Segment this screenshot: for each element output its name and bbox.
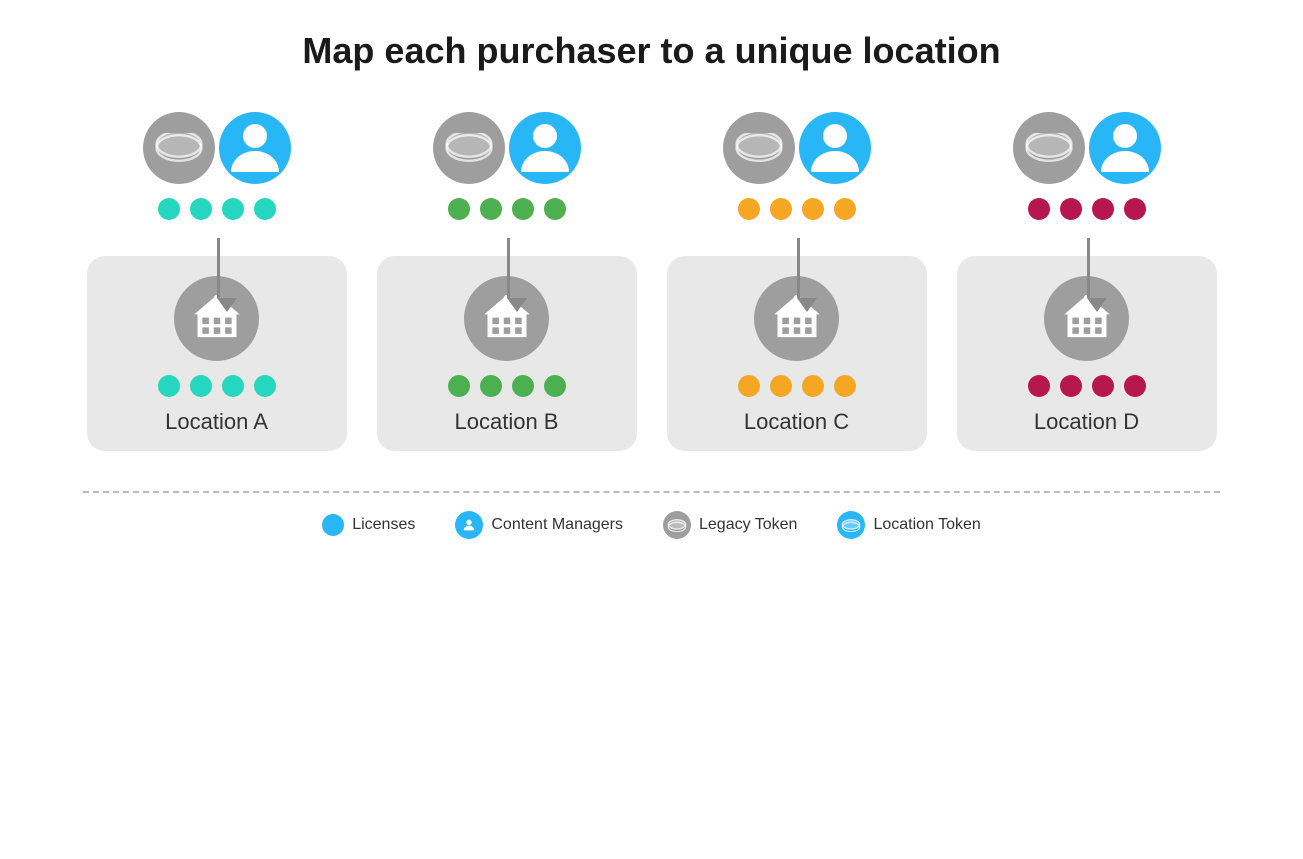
dot-a-4 (254, 198, 276, 220)
dots-row-b (448, 198, 566, 220)
dot-d-3 (1092, 198, 1114, 220)
legend-loct-svg (841, 518, 861, 532)
token-icon-b (433, 112, 505, 184)
person-icon-b (509, 112, 581, 184)
location-label-a: Location A (165, 409, 268, 435)
page-title: Map each purchaser to a unique location (302, 30, 1000, 72)
column-a: Location A (82, 112, 352, 451)
loc-dot-d-3 (1092, 375, 1114, 397)
dot-b-2 (480, 198, 502, 220)
loc-dot-a-1 (158, 375, 180, 397)
loc-dot-c-3 (802, 375, 824, 397)
dot-c-4 (834, 198, 856, 220)
loc-dot-a-4 (254, 375, 276, 397)
loc-dot-d-2 (1060, 375, 1082, 397)
column-d: Location D (952, 112, 1222, 451)
loc-dot-c-2 (770, 375, 792, 397)
person-svg-a (219, 112, 291, 184)
dot-b-3 (512, 198, 534, 220)
dot-a-2 (190, 198, 212, 220)
person-icon-d (1089, 112, 1161, 184)
loc-dot-d-1 (1028, 375, 1050, 397)
loc-dot-b-3 (512, 375, 534, 397)
dot-c-1 (738, 198, 760, 220)
coin-svg-b (445, 133, 493, 163)
location-label-d: Location D (1034, 409, 1139, 435)
legend-loct-icon (837, 511, 865, 539)
column-c: Location C (662, 112, 932, 451)
legend-licenses-label: Licenses (352, 516, 415, 534)
location-dots-c (738, 375, 856, 397)
location-label-b: Location B (455, 409, 559, 435)
location-label-c: Location C (744, 409, 849, 435)
legend-location-token: Location Token (837, 511, 980, 539)
purchaser-icons-d (1013, 112, 1161, 184)
person-svg-c (799, 112, 871, 184)
token-icon-a (143, 112, 215, 184)
location-dots-b (448, 375, 566, 397)
loc-dot-d-4 (1124, 375, 1146, 397)
person-svg-b (509, 112, 581, 184)
dots-row-d (1028, 198, 1146, 220)
dots-row-c (738, 198, 856, 220)
loc-dot-b-4 (544, 375, 566, 397)
legend: Licenses Content Managers Legacy Token L… (322, 511, 981, 539)
dot-b-4 (544, 198, 566, 220)
legend-legacy-token: Legacy Token (663, 511, 797, 539)
column-b: Location B (372, 112, 642, 451)
purchaser-icons-c (723, 112, 871, 184)
dot-d-2 (1060, 198, 1082, 220)
person-svg-d (1089, 112, 1161, 184)
dot-a-1 (158, 198, 180, 220)
legend-lt-svg (667, 518, 687, 532)
person-icon-a (219, 112, 291, 184)
loc-dot-c-1 (738, 375, 760, 397)
divider (83, 491, 1220, 493)
dot-c-3 (802, 198, 824, 220)
dot-d-1 (1028, 198, 1050, 220)
coin-svg-a (155, 133, 203, 163)
legend-loct-label: Location Token (873, 516, 980, 534)
legend-cm-svg (461, 517, 477, 533)
dot-b-1 (448, 198, 470, 220)
person-icon-c (799, 112, 871, 184)
dot-d-4 (1124, 198, 1146, 220)
dot-a-3 (222, 198, 244, 220)
token-icon-d (1013, 112, 1085, 184)
coin-svg-c (735, 133, 783, 163)
legend-cm-icon (455, 511, 483, 539)
legend-content-managers: Content Managers (455, 511, 623, 539)
loc-dot-a-2 (190, 375, 212, 397)
dot-c-2 (770, 198, 792, 220)
purchaser-icons-b (433, 112, 581, 184)
legend-lt-icon (663, 511, 691, 539)
legend-cm-label: Content Managers (491, 516, 623, 534)
purchaser-icons-a (143, 112, 291, 184)
dots-row-a (158, 198, 276, 220)
coin-svg-d (1025, 133, 1073, 163)
location-dots-a (158, 375, 276, 397)
loc-dot-b-2 (480, 375, 502, 397)
location-dots-d (1028, 375, 1146, 397)
loc-dot-b-1 (448, 375, 470, 397)
legend-lt-label: Legacy Token (699, 516, 797, 534)
legend-licenses-dot (322, 514, 344, 536)
loc-dot-a-3 (222, 375, 244, 397)
token-icon-c (723, 112, 795, 184)
legend-licenses: Licenses (322, 514, 415, 536)
loc-dot-c-4 (834, 375, 856, 397)
columns-wrapper: Location A (82, 112, 1222, 451)
